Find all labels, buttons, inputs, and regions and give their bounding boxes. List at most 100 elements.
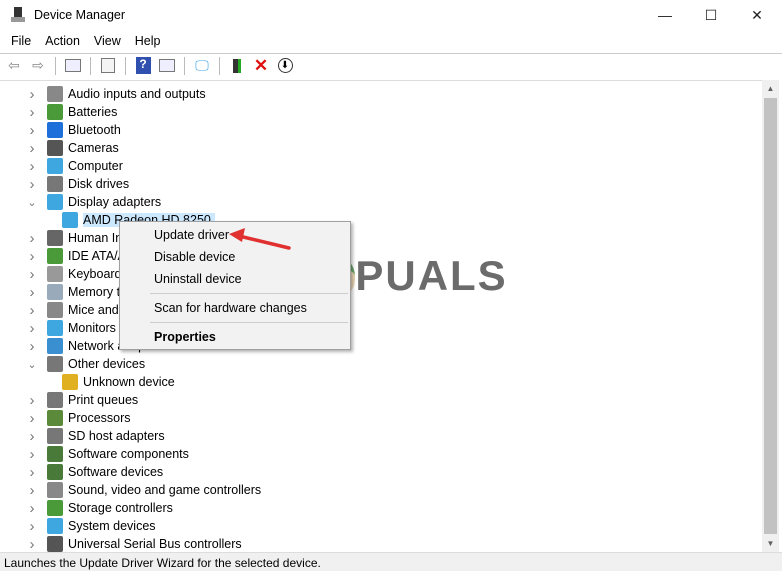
tree-item-label: Computer	[68, 159, 123, 173]
toolbar-separator	[125, 56, 126, 75]
tree-item-label: Audio inputs and outputs	[68, 87, 206, 101]
status-bar: Launches the Update Driver Wizard for th…	[0, 552, 782, 571]
vertical-scrollbar[interactable]: ▲ ▼	[762, 80, 779, 552]
tree-item[interactable]: › System devices	[27, 517, 156, 535]
menu-file[interactable]: File	[4, 34, 38, 48]
device-category-icon	[47, 86, 63, 102]
device-category-icon	[47, 500, 63, 516]
chevron-right-icon[interactable]: ›	[27, 428, 37, 445]
tree-item[interactable]: › Keyboards	[27, 265, 128, 283]
menu-action[interactable]: Action	[38, 34, 87, 48]
maximize-button[interactable]: ☐	[688, 0, 734, 30]
minimize-button[interactable]: —	[642, 0, 688, 30]
tree-item[interactable]: › Audio inputs and outputs	[27, 85, 206, 103]
chevron-right-icon[interactable]: ›	[27, 104, 37, 121]
tree-item[interactable]: › SD host adapters	[27, 427, 165, 445]
help-icon[interactable]: ?	[133, 56, 153, 76]
tree-item[interactable]: › Storage controllers	[27, 499, 173, 517]
menu-item-update-driver[interactable]: Update driver	[154, 228, 229, 242]
device-category-icon	[47, 266, 63, 282]
tree-item-label: Cameras	[68, 141, 119, 155]
back-icon[interactable]: ⇦	[4, 56, 24, 76]
chevron-right-icon[interactable]: ›	[27, 122, 37, 139]
chevron-right-icon[interactable]: ›	[27, 320, 37, 337]
device-category-icon	[47, 446, 63, 462]
device-category-icon	[47, 194, 63, 210]
tree-item[interactable]: › Print queues	[27, 391, 139, 409]
menu-item-disable-device[interactable]: Disable device	[154, 250, 235, 264]
device-tree: › Audio inputs and outputs › Batteries › Blue…	[0, 80, 762, 552]
download-icon[interactable]: ⬇	[275, 56, 295, 76]
chevron-right-icon[interactable]: ›	[27, 86, 37, 103]
menu-view[interactable]: View	[87, 34, 128, 48]
chevron-down-icon[interactable]: ⌄	[27, 196, 37, 209]
device-category-icon	[47, 122, 63, 138]
menu-bar: File Action View Help	[0, 30, 168, 52]
chevron-right-icon[interactable]: ›	[27, 518, 37, 535]
run-icon[interactable]	[157, 56, 177, 76]
tree-item[interactable]: › Software devices	[27, 463, 164, 481]
menu-item-scan-hardware[interactable]: Scan for hardware changes	[154, 301, 307, 315]
device-category-icon	[47, 104, 63, 120]
chevron-right-icon[interactable]: ›	[27, 446, 37, 463]
device-category-icon	[47, 428, 63, 444]
device-category-icon	[47, 320, 63, 336]
tree-item[interactable]: › Sound, video and game controllers	[27, 481, 262, 499]
chevron-right-icon[interactable]: ›	[27, 248, 37, 265]
chevron-right-icon[interactable]: ›	[27, 140, 37, 157]
menu-item-uninstall-device[interactable]: Uninstall device	[154, 272, 242, 286]
scroll-thumb[interactable]	[764, 98, 777, 534]
update-driver-icon[interactable]	[227, 56, 247, 76]
window-title: Device Manager	[34, 8, 126, 22]
chevron-right-icon[interactable]: ›	[27, 410, 37, 427]
tree-item[interactable]: › Batteries	[27, 103, 118, 121]
properties-icon[interactable]	[98, 56, 118, 76]
device-category-icon	[47, 392, 63, 408]
tree-item-label: Print queues	[68, 393, 139, 407]
close-button[interactable]: ✕	[734, 0, 780, 30]
scroll-up-icon[interactable]: ▲	[762, 80, 779, 97]
tree-item[interactable]: › Software components	[27, 445, 189, 463]
tree-item[interactable]: ⌄ Other devices	[27, 355, 145, 373]
tree-item-label: Software components	[68, 447, 189, 461]
chevron-right-icon[interactable]: ›	[27, 284, 37, 301]
tree-item-label: Display adapters	[68, 195, 162, 209]
tree-item[interactable]: › Computer	[27, 157, 123, 175]
tree-item-label: Software devices	[68, 465, 164, 479]
tree-item[interactable]: › Monitors	[27, 319, 116, 337]
chevron-right-icon[interactable]: ›	[27, 536, 37, 553]
forward-icon[interactable]: ⇨	[28, 56, 48, 76]
tree-item[interactable]: › Processors	[27, 409, 131, 427]
scroll-down-icon[interactable]: ▼	[762, 535, 779, 552]
uninstall-icon[interactable]: ✕	[251, 56, 271, 76]
tree-item[interactable]: ⌄ Display adapters	[27, 193, 161, 211]
tree-item[interactable]: › Cameras	[27, 139, 119, 157]
toolbar-separator	[90, 56, 91, 75]
device-category-icon	[47, 140, 63, 156]
menu-item-properties[interactable]: Properties	[154, 330, 216, 344]
tree-item[interactable]: › Disk drives	[27, 175, 130, 193]
tree-item[interactable]: › Bluetooth	[27, 121, 121, 139]
device-category-icon	[47, 536, 63, 552]
show-hide-tree-icon[interactable]	[63, 56, 83, 76]
chevron-right-icon[interactable]: ›	[27, 338, 37, 355]
chevron-right-icon[interactable]: ›	[27, 500, 37, 517]
scan-hardware-icon[interactable]: 🖵	[192, 56, 212, 76]
chevron-right-icon[interactable]: ›	[27, 464, 37, 481]
tree-item-label: Unknown device	[83, 375, 175, 389]
chevron-right-icon[interactable]: ›	[27, 302, 37, 319]
chevron-right-icon[interactable]: ›	[27, 266, 37, 283]
chevron-right-icon[interactable]: ›	[27, 158, 37, 175]
menu-help[interactable]: Help	[128, 34, 168, 48]
device-category-icon	[47, 158, 63, 174]
tree-item[interactable]: Unknown device	[44, 373, 175, 391]
tree-item[interactable]: › Universal Serial Bus controllers	[27, 535, 242, 552]
toolbar-separator	[184, 56, 185, 75]
chevron-right-icon[interactable]: ›	[27, 230, 37, 247]
chevron-right-icon[interactable]: ›	[27, 482, 37, 499]
chevron-right-icon[interactable]: ›	[27, 392, 37, 409]
chevron-right-icon[interactable]: ›	[27, 176, 37, 193]
device-manager-icon	[10, 7, 26, 23]
chevron-down-icon[interactable]: ⌄	[27, 358, 37, 371]
device-category-icon	[47, 230, 63, 246]
